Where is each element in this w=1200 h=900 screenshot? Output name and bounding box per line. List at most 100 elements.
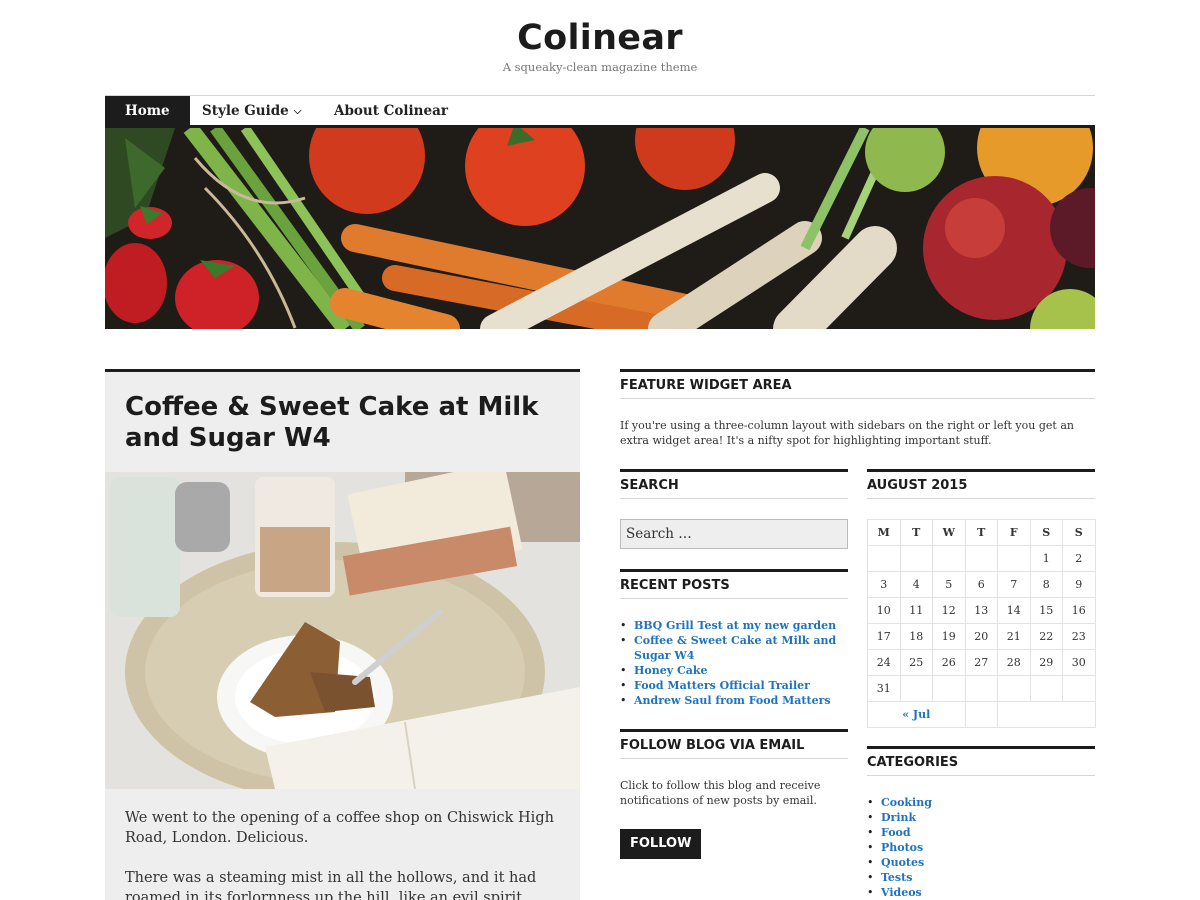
category-link[interactable]: Videos <box>867 885 1095 900</box>
calendar-empty-cell <box>997 545 1031 572</box>
recent-posts-widget: RECENT POSTS BBQ Grill Test at my new ga… <box>620 569 848 708</box>
calendar-day: 16 <box>1062 597 1096 624</box>
calendar-next-month-placeholder <box>997 701 1096 728</box>
calendar-day: 20 <box>964 623 998 650</box>
calendar-day: 26 <box>932 649 966 676</box>
weekday-header: S <box>1029 519 1063 546</box>
calendar-nav-spacer <box>964 701 998 728</box>
calendar-day: 19 <box>932 623 966 650</box>
calendar-day: 21 <box>997 623 1031 650</box>
search-widget: SEARCH <box>620 469 848 499</box>
chevron-down-icon: ⌵ <box>293 106 302 117</box>
coffee-and-cake-image[interactable] <box>105 472 580 789</box>
calendar-empty-cell <box>1062 675 1096 702</box>
categories-list: Cooking Drink Food Photos Quotes Tests V… <box>867 795 1095 900</box>
calendar-day: 1 <box>1029 545 1063 572</box>
category-link[interactable]: Quotes <box>867 855 1095 870</box>
weekday-header: W <box>932 519 966 546</box>
calendar-day: 25 <box>899 649 933 676</box>
calendar-day: 8 <box>1029 571 1063 598</box>
header-image <box>105 128 1095 329</box>
calendar-day: 15 <box>1029 597 1063 624</box>
recent-posts-list: BBQ Grill Test at my new garden Coffee &… <box>620 618 848 708</box>
featured-post: Coffee & Sweet Cake at Milk and Sugar W4 <box>105 369 580 900</box>
follow-widget-text: Click to follow this blog and receive no… <box>620 779 821 807</box>
calendar-weekday-row: M T W T F S S <box>867 519 1096 546</box>
calendar-day: 10 <box>867 597 901 624</box>
calendar-day: 29 <box>1029 649 1063 676</box>
nav-item-label: Home <box>125 103 170 119</box>
site-title[interactable]: Colinear <box>0 18 1200 58</box>
recent-post-link[interactable]: Food Matters Official Trailer <box>620 678 848 693</box>
calendar-day: 6 <box>964 571 998 598</box>
category-link[interactable]: Photos <box>867 840 1095 855</box>
calendar-empty-cell <box>964 545 998 572</box>
recent-post-link[interactable]: Honey Cake <box>620 663 848 678</box>
widget-title: RECENT POSTS <box>620 569 848 599</box>
calendar-day: 28 <box>997 649 1031 676</box>
search-input[interactable]: Search … <box>620 519 848 549</box>
calendar-empty-cell <box>932 675 966 702</box>
calendar-day: 3 <box>867 571 901 598</box>
follow-button[interactable]: FOLLOW <box>620 829 702 859</box>
nav-item-about[interactable]: About Colinear <box>314 96 468 126</box>
post-excerpt-paragraph: There was a steaming mist in all the hol… <box>125 870 537 900</box>
follow-email-widget: FOLLOW BLOG VIA EMAIL Click to follow th… <box>620 729 848 808</box>
calendar-table: M T W T F S S 1 2 3 4 5 6 7 8 9 10 11 12 13 14 15 16 17 1… <box>867 519 1096 728</box>
calendar-day: 4 <box>899 571 933 598</box>
calendar-week-row: 3456789 <box>867 571 1096 598</box>
widget-title: CATEGORIES <box>867 746 1095 776</box>
calendar-prev-month-link[interactable]: « Jul <box>867 701 966 728</box>
calendar-week-row: 10 11 12 13 14 15 16 <box>867 597 1096 624</box>
nav-item-label: Style Guide <box>202 103 289 119</box>
weekday-header: T <box>964 519 998 546</box>
calendar-week-row: 31 <box>867 675 1096 702</box>
calendar-empty-cell <box>997 675 1031 702</box>
nav-item-home[interactable]: Home <box>105 96 190 126</box>
feature-widget-text: If you're using a three-column layout wi… <box>620 419 1074 447</box>
calendar-day: 9 <box>1062 571 1096 598</box>
calendar-day: 23 <box>1062 623 1096 650</box>
calendar-day: 7 <box>997 571 1031 598</box>
calendar-day: 12 <box>932 597 966 624</box>
calendar-week-row: 24 25 26 27 28 29 30 <box>867 649 1096 676</box>
calendar-empty-cell <box>899 545 933 572</box>
widget-title: FEATURE WIDGET AREA <box>620 369 1095 399</box>
categories-widget: CATEGORIES Cooking Drink Food Photos Quo… <box>867 746 1095 900</box>
category-link[interactable]: Drink <box>867 810 1095 825</box>
recent-post-link[interactable]: Andrew Saul from Food Matters <box>620 693 848 708</box>
calendar-day: 30 <box>1062 649 1096 676</box>
calendar-day: 24 <box>867 649 901 676</box>
calendar-day: 13 <box>964 597 998 624</box>
vegetables-illustration <box>105 128 1095 329</box>
post-excerpt-paragraph: We went to the opening of a coffee shop … <box>125 810 554 846</box>
weekday-header: F <box>997 519 1031 546</box>
calendar-widget: AUGUST 2015 <box>867 469 1095 499</box>
weekday-header: S <box>1062 519 1096 546</box>
calendar-empty-cell <box>1029 675 1063 702</box>
calendar-week-row: 17 18 19 20 21 22 23 <box>867 623 1096 650</box>
weekday-header: T <box>899 519 933 546</box>
category-link[interactable]: Food <box>867 825 1095 840</box>
recent-post-link[interactable]: BBQ Grill Test at my new garden <box>620 618 848 633</box>
post-title[interactable]: Coffee & Sweet Cake at Milk and Sugar W4 <box>125 392 565 454</box>
calendar-week-row: 12 <box>867 545 1096 572</box>
nav-item-style-guide[interactable]: Style Guide ⌵ <box>182 96 321 126</box>
category-link[interactable]: Tests <box>867 870 1095 885</box>
feature-widget: FEATURE WIDGET AREA If you're using a th… <box>620 369 1095 448</box>
widget-title: SEARCH <box>620 469 848 499</box>
widget-title: AUGUST 2015 <box>867 469 1095 499</box>
calendar-day: 27 <box>964 649 998 676</box>
calendar-empty-cell <box>867 545 901 572</box>
calendar-day: 14 <box>997 597 1031 624</box>
calendar-day: 5 <box>932 571 966 598</box>
nav-item-label: About Colinear <box>334 103 448 119</box>
calendar-empty-cell <box>932 545 966 572</box>
recent-post-link[interactable]: Coffee & Sweet Cake at Milk and Sugar W4 <box>620 633 848 663</box>
main-navigation: Home Style Guide ⌵ About Colinear <box>105 95 1095 128</box>
calendar-empty-cell <box>964 675 998 702</box>
weekday-header: M <box>867 519 901 546</box>
category-link[interactable]: Cooking <box>867 795 1095 810</box>
calendar-day: 31 <box>867 675 901 702</box>
calendar-nav-row: « Jul <box>867 701 1096 728</box>
